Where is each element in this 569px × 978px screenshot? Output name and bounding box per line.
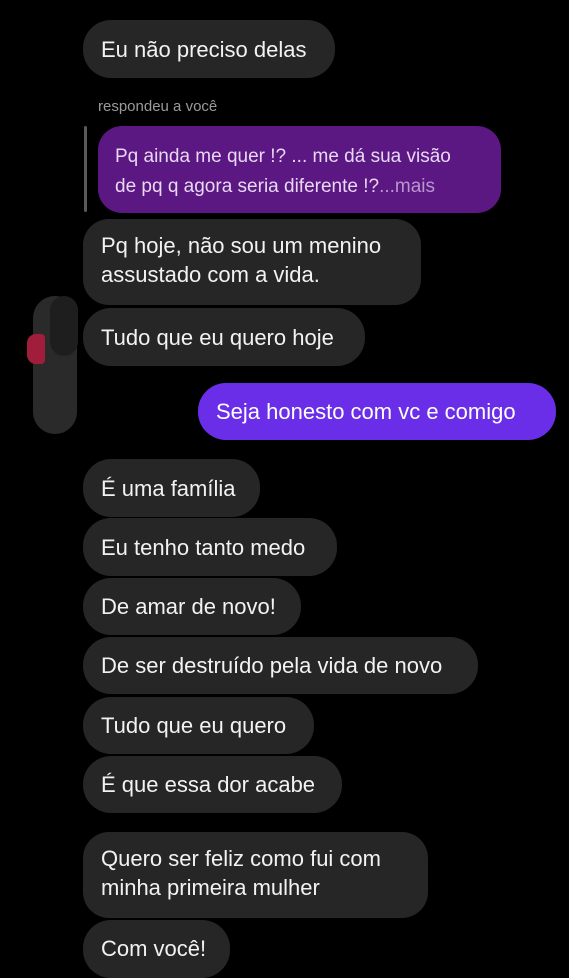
message-text: Tudo que eu quero hoje (101, 324, 334, 350)
received-message[interactable]: Com você! (83, 920, 230, 978)
received-message[interactable]: Eu não preciso delas (83, 20, 335, 78)
received-message[interactable]: Pq hoje, não sou um menino assustado com… (83, 219, 421, 305)
received-message[interactable]: Eu tenho tanto medo (83, 518, 337, 576)
sent-message[interactable]: Seja honesto com vc e comigo (198, 383, 556, 440)
reply-indicator-bar (84, 126, 87, 212)
message-text: Tudo que eu quero (101, 713, 287, 738)
quoted-text-line2: de pq q agora seria diferente !? (115, 176, 380, 197)
message-text-line1: Quero ser feliz como fui com (101, 846, 381, 871)
message-text: Eu tenho tanto medo (101, 534, 306, 560)
sender-avatar-shape (50, 296, 78, 356)
received-message[interactable]: De amar de novo! (83, 578, 301, 635)
message-text: Eu não preciso delas (101, 36, 307, 62)
message-text-line1: Pq hoje, não sou um menino (101, 233, 382, 258)
message-text: É que essa dor acabe (101, 772, 316, 797)
more-link[interactable]: ...mais (379, 176, 435, 197)
message-text: Com você! (101, 936, 207, 961)
message-text: De ser destruído pela vida de novo (101, 653, 443, 678)
received-message[interactable]: É que essa dor acabe (83, 756, 342, 813)
message-text-line2: minha primeira mulher (101, 875, 320, 900)
sender-avatar-accent (27, 334, 45, 364)
message-text-line2: assustado com a vida. (101, 262, 320, 287)
received-message[interactable]: Quero ser feliz como fui com minha prime… (83, 832, 428, 918)
received-message[interactable]: É uma família (83, 459, 260, 517)
message-text: De amar de novo! (101, 594, 276, 619)
received-message[interactable]: Tudo que eu quero (83, 697, 314, 754)
message-text: É uma família (101, 475, 236, 501)
quoted-text-line1: Pq ainda me quer !? ... me dá sua visão (115, 146, 451, 167)
received-message[interactable]: De ser destruído pela vida de novo (83, 637, 478, 694)
reply-label: respondeu a você (98, 98, 218, 115)
received-message[interactable]: Tudo que eu quero hoje (83, 308, 365, 366)
message-text: Seja honesto com vc e comigo (216, 399, 516, 424)
quoted-message[interactable]: Pq ainda me quer !? ... me dá sua visão … (98, 126, 501, 213)
